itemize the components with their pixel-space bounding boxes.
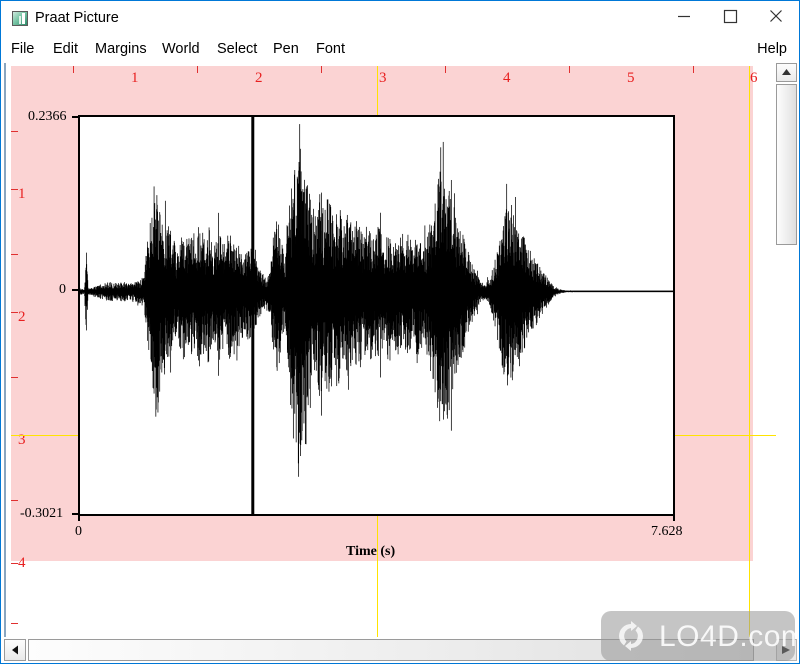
- menu-edit[interactable]: Edit: [53, 41, 78, 57]
- xaxis-tick-right: [673, 515, 675, 521]
- scroll-right-icon: [782, 646, 790, 654]
- waveform-series: [80, 117, 673, 514]
- menu-bar: File Edit Margins World Select Pen Font …: [1, 36, 799, 64]
- menu-file[interactable]: File: [11, 41, 34, 57]
- ruler-label-v-1: 1: [18, 186, 26, 202]
- ruler-tick-v-4-5: [11, 623, 18, 624]
- scroll-up-button[interactable]: [776, 63, 797, 82]
- horizontal-ruler[interactable]: 1 2 3 4 5 6: [11, 66, 758, 92]
- close-button[interactable]: [753, 1, 799, 31]
- ruler-tick-v-3-5: [11, 500, 18, 501]
- scroll-up-icon: [782, 69, 791, 75]
- praat-picture-window: Praat Picture File Edit Margins World Se…: [0, 0, 800, 664]
- xaxis-label-end: 7.628: [651, 524, 683, 539]
- menu-world[interactable]: World: [162, 41, 200, 57]
- ruler-tick-v-1-5: [11, 254, 18, 255]
- minimize-icon: [678, 15, 690, 18]
- ruler-tick-v-2: [11, 312, 18, 313]
- yaxis-label-max: 0.2366: [28, 109, 67, 124]
- horizontal-scrollbar-thumb[interactable]: [28, 639, 754, 661]
- ruler-tick-h-0-5: [73, 66, 74, 73]
- yaxis-tick-zero: [72, 289, 79, 291]
- menu-pen[interactable]: Pen: [273, 41, 299, 57]
- ruler-tick-h-2-5: [321, 66, 322, 73]
- ruler-label-h-6: 6: [750, 70, 758, 86]
- ruler-tick-v-4: [11, 563, 18, 564]
- ruler-tick-h-5-5: [693, 66, 694, 73]
- xaxis-tick-left: [78, 515, 80, 521]
- vertical-scrollbar[interactable]: [776, 63, 797, 637]
- maximize-button[interactable]: [707, 1, 753, 31]
- vertical-scrollbar-thumb[interactable]: [776, 84, 797, 245]
- ruler-tick-h-1-5: [197, 66, 198, 73]
- ruler-tick-v-0-5: [11, 131, 18, 132]
- ruler-tick-h-3-5: [445, 66, 446, 73]
- vertical-ruler[interactable]: 1 2 3 4: [11, 66, 37, 636]
- picture-canvas[interactable]: 1 2 3 4 5 6 1 2 3 4 0.2366 0 -0.3021 0 7…: [4, 63, 781, 637]
- xaxis-caption: Time (s): [346, 544, 396, 559]
- maximize-icon: [723, 9, 738, 24]
- scrollbar-corner: [776, 639, 797, 661]
- yaxis-label-zero: 0: [59, 282, 66, 297]
- praat-picture-icon: [12, 11, 28, 26]
- yaxis-label-min: -0.3021: [20, 506, 64, 521]
- ruler-label-h-1: 1: [131, 70, 139, 86]
- menu-select[interactable]: Select: [217, 41, 257, 57]
- window-title: Praat Picture: [35, 10, 119, 26]
- ruler-label-h-2: 2: [255, 70, 263, 86]
- minimize-button[interactable]: [661, 1, 707, 31]
- selection-guide-vertical-6: [749, 66, 750, 637]
- ruler-tick-h-4-5: [569, 66, 570, 73]
- title-bar: Praat Picture: [1, 1, 799, 37]
- ruler-label-h-5: 5: [627, 70, 635, 86]
- scroll-left-icon: [12, 645, 18, 655]
- ruler-label-v-4: 4: [18, 555, 26, 571]
- scroll-left-button[interactable]: [4, 639, 26, 661]
- menu-help[interactable]: Help: [757, 41, 787, 57]
- ruler-label-v-2: 2: [18, 309, 26, 325]
- horizontal-scrollbar[interactable]: [4, 639, 776, 661]
- waveform-plot[interactable]: [78, 115, 675, 516]
- xaxis-label-start: 0: [75, 524, 82, 539]
- ruler-tick-v-2-5: [11, 377, 18, 378]
- waveform-graphic: [80, 117, 673, 514]
- menu-margins[interactable]: Margins: [95, 41, 147, 57]
- yaxis-tick-top: [72, 116, 79, 118]
- menu-font[interactable]: Font: [316, 41, 345, 57]
- ruler-tick-v-1: [11, 189, 18, 190]
- ruler-label-h-3: 3: [379, 70, 387, 86]
- ruler-label-h-4: 4: [503, 70, 511, 86]
- close-icon: [770, 10, 782, 22]
